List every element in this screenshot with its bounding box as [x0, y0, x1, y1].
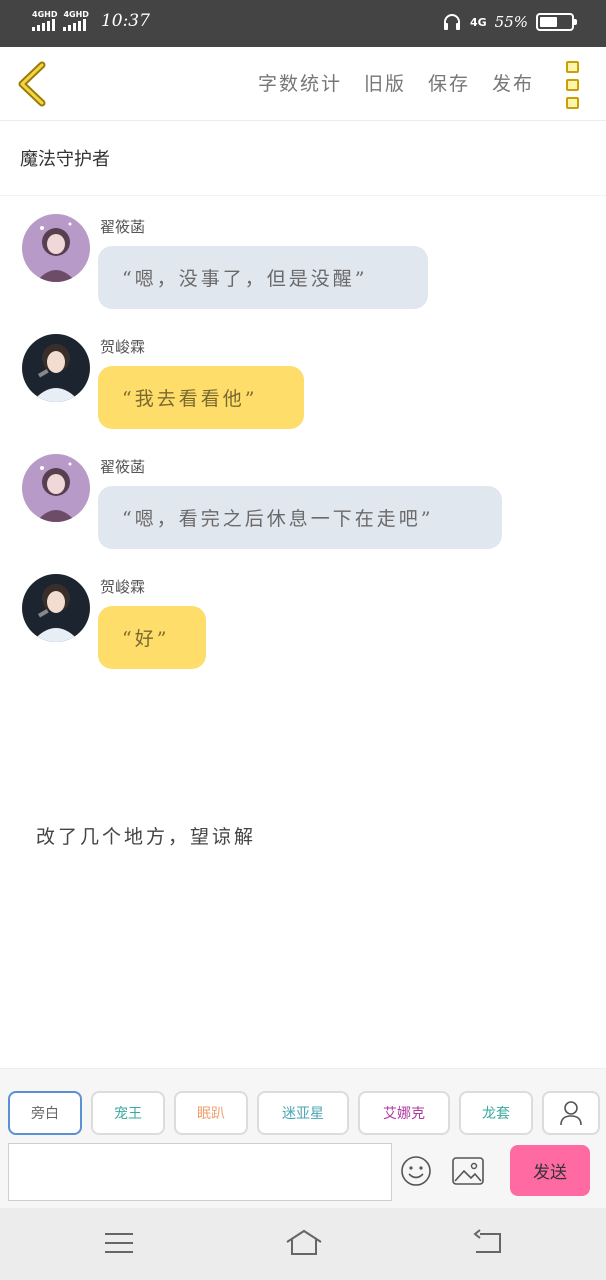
role-label: 眠趴	[197, 1106, 225, 1122]
back-arrow-icon[interactable]	[14, 61, 54, 107]
story-title: 魔法守护者	[20, 149, 110, 170]
boy-avatar[interactable]	[22, 574, 90, 642]
girl-avatar[interactable]	[22, 214, 90, 282]
word-count-button[interactable]: 字数统计	[258, 69, 342, 96]
role-button[interactable]: 眠趴	[174, 1091, 248, 1135]
sender-name: 翟筱菡	[100, 218, 146, 236]
battery-percent: 55%	[494, 13, 528, 31]
message-bubble[interactable]: “我去看看他”	[98, 366, 304, 429]
signal-sim1: 4GHD	[32, 10, 57, 31]
battery-icon	[536, 13, 577, 31]
back-icon[interactable]	[470, 1228, 504, 1258]
role-button[interactable]: 迷亚星	[257, 1091, 349, 1135]
boy-avatar[interactable]	[22, 334, 90, 402]
signal-bars-icon	[63, 19, 87, 31]
role-button[interactable]: 龙套	[459, 1091, 533, 1135]
message-bubble[interactable]: “嗯，看完之后休息一下在走吧”	[98, 486, 502, 549]
role-button[interactable]: 艾娜克	[358, 1091, 450, 1135]
author-note[interactable]: 改了几个地方，望谅解	[36, 822, 256, 849]
role-selector: 旁白 宠王 眠趴 迷亚星 艾娜克 龙套	[8, 1091, 600, 1135]
compose-panel: 旁白 宠王 眠趴 迷亚星 艾娜克 龙套 发送	[0, 1068, 606, 1208]
status-left: 4GHD 4GHD 10:37	[32, 10, 150, 31]
status-bar: 4GHD 4GHD 10:37 4G 55%	[0, 0, 606, 47]
more-menu-icon[interactable]	[566, 61, 580, 109]
story-title-row[interactable]: 魔法守护者	[0, 121, 606, 196]
role-button[interactable]: 宠王	[91, 1091, 165, 1135]
system-nav-bar	[0, 1208, 606, 1280]
signal-bars-icon	[32, 19, 55, 31]
girl-avatar[interactable]	[22, 454, 90, 522]
role-label: 旁白	[31, 1106, 59, 1122]
role-narrator-button[interactable]: 旁白	[8, 1091, 82, 1135]
headset-icon	[443, 14, 460, 30]
menu-icon[interactable]	[102, 1228, 136, 1258]
send-button[interactable]: 发送	[510, 1145, 590, 1196]
emoji-icon[interactable]	[400, 1155, 432, 1187]
sim1-label: 4GHD	[32, 10, 58, 19]
home-icon[interactable]	[285, 1228, 323, 1258]
sender-name: 翟筱菡	[100, 458, 146, 476]
clock: 10:37	[100, 10, 150, 31]
old-version-button[interactable]: 旧版	[364, 69, 406, 96]
save-button[interactable]: 保存	[428, 69, 470, 96]
role-label: 迷亚星	[282, 1106, 324, 1122]
network-type: 4G	[469, 15, 487, 29]
top-actions: 字数统计 旧版 保存 发布	[258, 69, 534, 96]
role-label: 宠王	[114, 1106, 142, 1122]
status-right: 4G 55%	[442, 12, 577, 32]
role-label: 艾娜克	[383, 1106, 425, 1122]
publish-button[interactable]: 发布	[492, 69, 534, 96]
role-label: 龙套	[482, 1106, 510, 1122]
battery-fill	[540, 17, 557, 27]
sender-name: 贺峻霖	[100, 578, 146, 596]
message-input[interactable]	[8, 1143, 392, 1201]
add-role-button[interactable]	[542, 1091, 600, 1135]
image-icon[interactable]	[452, 1157, 484, 1185]
top-bar: 字数统计 旧版 保存 发布	[0, 47, 606, 121]
signal-sim2: 4GHD	[63, 10, 89, 31]
sender-name: 贺峻霖	[100, 338, 146, 356]
user-icon	[560, 1101, 582, 1126]
message-bubble[interactable]: “好”	[98, 606, 206, 669]
message-bubble[interactable]: “嗯，没事了，但是没醒”	[98, 246, 428, 309]
sim2-label: 4GHD	[63, 10, 89, 19]
